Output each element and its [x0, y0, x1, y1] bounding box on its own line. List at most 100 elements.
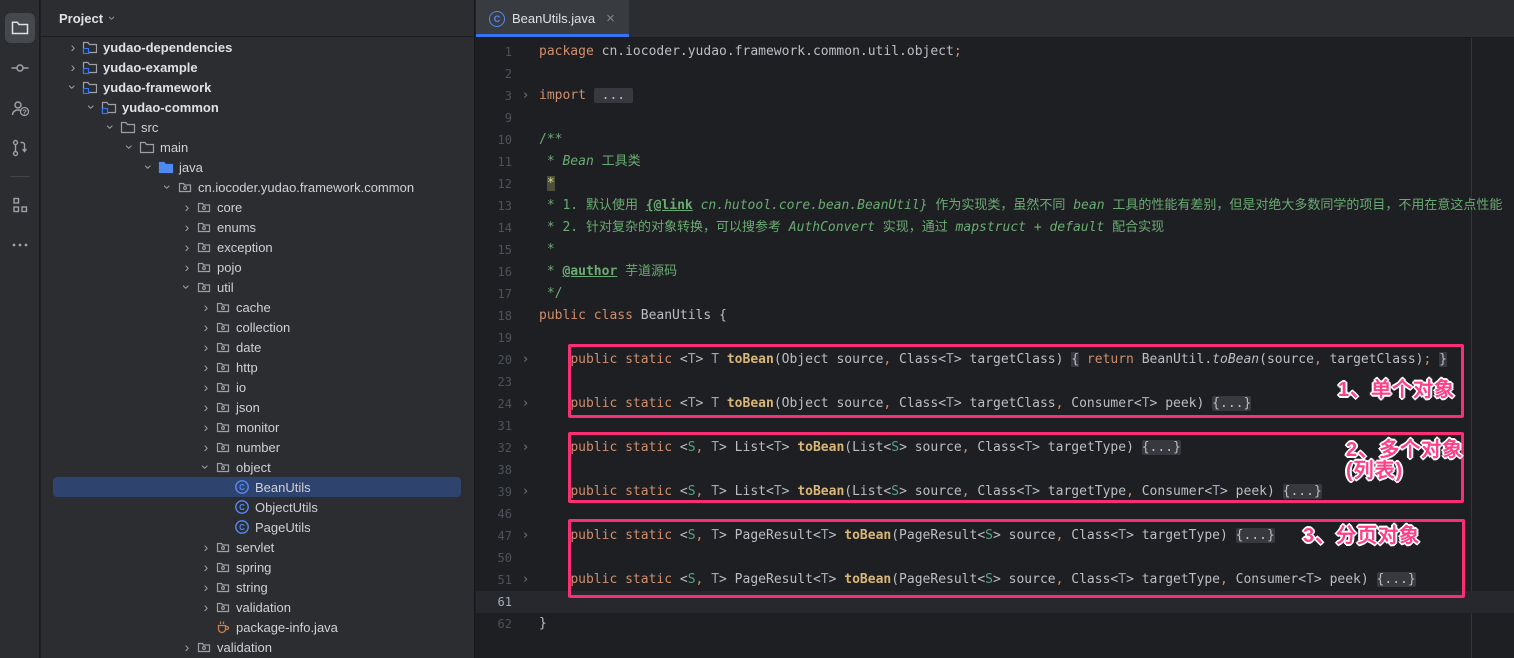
tree-item-object[interactable]: ›object [41, 457, 474, 477]
chevron-right-icon[interactable]: › [198, 360, 214, 374]
chevron-down-icon[interactable]: › [85, 99, 99, 115]
code-editor[interactable]: 1、单个对象 2、多个对象 (列表) 3、分页对象 1package cn.io… [476, 38, 1514, 658]
chevron-right-icon[interactable]: › [198, 340, 214, 354]
code-text[interactable] [539, 459, 1514, 481]
tree-item-http[interactable]: ›http [41, 357, 474, 377]
tree-item-io[interactable]: ›io [41, 377, 474, 397]
tree-item-exception[interactable]: ›exception [41, 237, 474, 257]
tree-item-spring[interactable]: ›spring [41, 557, 474, 577]
tree-item-java[interactable]: ›java [41, 157, 474, 177]
line-number[interactable]: 32 [476, 437, 512, 459]
code-line-2[interactable]: 2 [476, 63, 1514, 85]
code-text[interactable]: * 2. 针对复杂的对象转换，可以搜参考 AuthConvert 实现，通过 m… [539, 217, 1514, 239]
fold-arrow-icon[interactable]: › [512, 85, 539, 107]
chevron-right-icon[interactable]: › [198, 600, 214, 614]
fold-arrow-icon[interactable]: › [512, 525, 539, 547]
tab-beanutils-java[interactable]: C BeanUtils.java × [476, 0, 629, 37]
code-text[interactable]: * Bean 工具类 [539, 151, 1514, 173]
tree-item-enums[interactable]: ›enums [41, 217, 474, 237]
close-icon[interactable]: × [606, 10, 615, 27]
line-number[interactable]: 2 [476, 63, 512, 85]
code-text[interactable]: public static <S, T> List<T> toBean(List… [539, 481, 1514, 503]
code-text[interactable]: */ [539, 283, 1514, 305]
tree-item-servlet[interactable]: ›servlet [41, 537, 474, 557]
fold-arrow-icon[interactable]: › [512, 569, 539, 591]
code-line-14[interactable]: 14 * 2. 针对复杂的对象转换，可以搜参考 AuthConvert 实现，通… [476, 217, 1514, 239]
code-line-10[interactable]: 10/** [476, 129, 1514, 151]
line-number[interactable]: 31 [476, 415, 512, 437]
code-text[interactable]: * 1. 默认使用 {@link cn.hutool.core.bean.Bea… [539, 195, 1514, 217]
tree-item-json[interactable]: ›json [41, 397, 474, 417]
tree-item-validation[interactable]: ›validation [41, 597, 474, 617]
line-number[interactable]: 11 [476, 151, 512, 173]
code-line-38[interactable]: 38 [476, 459, 1514, 481]
code-text[interactable]: } [539, 613, 1514, 635]
tree-item-date[interactable]: ›date [41, 337, 474, 357]
line-number[interactable]: 16 [476, 261, 512, 283]
code-text[interactable]: public static <S, T> List<T> toBean(List… [539, 437, 1514, 459]
code-text[interactable]: * @author 芋道源码 [539, 261, 1514, 283]
code-line-9[interactable]: 9 [476, 107, 1514, 129]
tree-item-beanutils[interactable]: CBeanUtils [41, 477, 474, 497]
tree-item-yudao-framework[interactable]: ›yudao-framework [41, 77, 474, 97]
code-line-11[interactable]: 11 * Bean 工具类 [476, 151, 1514, 173]
code-line-19[interactable]: 19 [476, 327, 1514, 349]
tree-item-pageutils[interactable]: CPageUtils [41, 517, 474, 537]
code-line-46[interactable]: 46 [476, 503, 1514, 525]
code-text[interactable] [539, 415, 1514, 437]
code-text[interactable]: /** [539, 129, 1514, 151]
line-number[interactable]: 17 [476, 283, 512, 305]
tree-item-core[interactable]: ›core [41, 197, 474, 217]
code-line-61[interactable]: 61 [476, 591, 1514, 613]
line-number[interactable]: 15 [476, 239, 512, 261]
chevron-right-icon[interactable]: › [198, 560, 214, 574]
tree-item-collection[interactable]: ›collection [41, 317, 474, 337]
fold-arrow-icon[interactable]: › [512, 437, 539, 459]
tree-item-util[interactable]: ›util [41, 277, 474, 297]
chevron-right-icon[interactable]: › [179, 200, 195, 214]
code-text[interactable] [539, 503, 1514, 525]
chevron-right-icon[interactable]: › [198, 440, 214, 454]
chevron-right-icon[interactable]: › [198, 580, 214, 594]
tree-item-cache[interactable]: ›cache [41, 297, 474, 317]
code-line-47[interactable]: 47› public static <S, T> PageResult<T> t… [476, 525, 1514, 547]
chevron-right-icon[interactable]: › [198, 540, 214, 554]
code-text[interactable]: public static <S, T> PageResult<T> toBea… [539, 569, 1514, 591]
line-number[interactable]: 1 [476, 41, 512, 63]
chevron-right-icon[interactable]: › [179, 640, 195, 654]
code-line-12[interactable]: 12 * [476, 173, 1514, 195]
fold-arrow-icon[interactable]: › [512, 349, 539, 371]
learn-icon[interactable]: ? [5, 93, 35, 123]
code-line-62[interactable]: 62} [476, 613, 1514, 635]
chevron-down-icon[interactable]: › [66, 79, 80, 95]
code-line-32[interactable]: 32› public static <S, T> List<T> toBean(… [476, 437, 1514, 459]
chevron-down-icon[interactable]: › [161, 179, 175, 195]
code-text[interactable] [539, 107, 1514, 129]
project-folder-icon[interactable] [5, 13, 35, 43]
code-line-51[interactable]: 51› public static <S, T> PageResult<T> t… [476, 569, 1514, 591]
line-number[interactable]: 62 [476, 613, 512, 635]
code-line-31[interactable]: 31 [476, 415, 1514, 437]
chevron-right-icon[interactable]: › [65, 40, 81, 54]
line-number[interactable]: 39 [476, 481, 512, 503]
line-number[interactable]: 47 [476, 525, 512, 547]
code-text[interactable]: public static <T> T toBean(Object source… [539, 349, 1514, 371]
code-line-39[interactable]: 39› public static <S, T> List<T> toBean(… [476, 481, 1514, 503]
code-text[interactable]: public static <T> T toBean(Object source… [539, 393, 1514, 415]
chevron-right-icon[interactable]: › [198, 300, 214, 314]
code-text[interactable]: * [539, 239, 1514, 261]
fold-arrow-icon[interactable]: › [512, 393, 539, 415]
line-number[interactable]: 38 [476, 459, 512, 481]
code-line-50[interactable]: 50 [476, 547, 1514, 569]
code-line-1[interactable]: 1package cn.iocoder.yudao.framework.comm… [476, 41, 1514, 63]
tree-item-monitor[interactable]: ›monitor [41, 417, 474, 437]
line-number[interactable]: 20 [476, 349, 512, 371]
chevron-right-icon[interactable]: › [198, 380, 214, 394]
chevron-down-icon[interactable]: › [142, 159, 156, 175]
line-number[interactable]: 46 [476, 503, 512, 525]
line-number[interactable]: 50 [476, 547, 512, 569]
code-text[interactable] [539, 591, 1514, 613]
chevron-right-icon[interactable]: › [179, 240, 195, 254]
line-number[interactable]: 61 [476, 591, 512, 613]
chevron-right-icon[interactable]: › [179, 260, 195, 274]
